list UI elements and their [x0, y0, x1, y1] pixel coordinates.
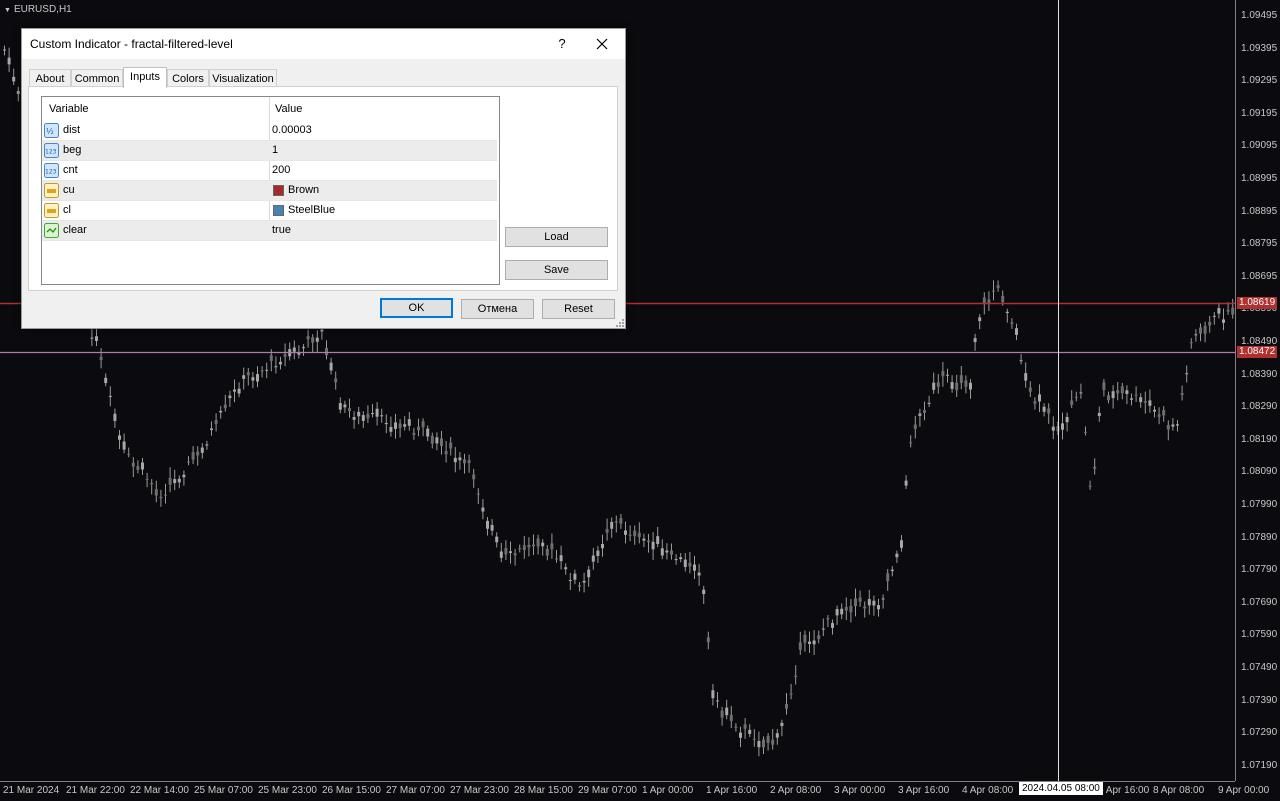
help-button[interactable]: ?	[552, 34, 572, 54]
color-swatch	[273, 205, 284, 216]
crosshair-time-label: 2024.04.05 08:00	[1019, 782, 1103, 795]
input-value[interactable]: 200	[272, 164, 290, 176]
input-name: beg	[63, 144, 82, 156]
price-scale-label: 1.08190	[1241, 433, 1278, 445]
time-scale-label: 1 Apr 00:00	[642, 785, 694, 796]
time-scale-label: 25 Mar 23:00	[258, 785, 317, 796]
price-scale-label: 1.09195	[1241, 107, 1278, 119]
cancel-button[interactable]: Отмена	[461, 299, 534, 319]
price-scale-label: 1.08695	[1241, 270, 1278, 282]
input-row-dist[interactable]: ½ dist 0.00003	[42, 121, 497, 141]
time-scale-label: 25 Mar 07:00	[194, 785, 253, 796]
input-value[interactable]: 1	[272, 144, 278, 156]
double-icon: ½	[44, 123, 59, 138]
color-icon	[44, 203, 59, 218]
time-scale-label: 2 Apr 08:00	[770, 785, 822, 796]
price-scale-label: 1.08995	[1241, 173, 1278, 184]
price-scale-label: 1.07890	[1241, 531, 1278, 543]
price-scale-label: 1.07390	[1241, 694, 1278, 706]
tab-visualization[interactable]: Visualization	[209, 69, 277, 87]
input-value[interactable]: 0.00003	[272, 124, 312, 136]
svg-text:½: ½	[46, 127, 54, 136]
price-scale-label: 1.07790	[1241, 564, 1278, 576]
input-name: clear	[63, 224, 87, 236]
time-scale-label: 4 Apr 08:00	[962, 785, 1014, 796]
svg-text:123: 123	[45, 169, 57, 176]
upper-level-price-badge: 1.08619	[1237, 297, 1278, 309]
save-button[interactable]: Save	[505, 260, 608, 280]
time-scale-label: 21 Mar 2024	[3, 785, 60, 796]
inputs-panel: Variable Value ½ dist 0.00003 123 beg 1 …	[28, 86, 618, 291]
price-scale-label: 1.08895	[1241, 205, 1278, 217]
price-scale-label: 1.09495	[1241, 10, 1278, 21]
tab-about[interactable]: About	[29, 69, 71, 87]
inputs-grid[interactable]: Variable Value ½ dist 0.00003 123 beg 1 …	[41, 96, 500, 285]
custom-indicator-dialog: Custom Indicator - fractal-filtered-leve…	[21, 28, 626, 329]
input-name: cl	[63, 204, 71, 216]
tab-common[interactable]: Common	[71, 69, 123, 87]
time-scale-label: 27 Mar 07:00	[386, 785, 445, 796]
input-row-clear[interactable]: clear true	[42, 221, 497, 241]
input-row-cu[interactable]: cu Brown	[42, 181, 497, 201]
ok-button[interactable]: OK	[380, 298, 453, 318]
price-scale-label: 1.07190	[1241, 759, 1278, 771]
time-scale-label: 28 Mar 15:00	[514, 785, 573, 796]
time-scale-label: 26 Mar 15:00	[322, 785, 381, 796]
input-value[interactable]: SteelBlue	[288, 204, 335, 216]
dialog-titlebar[interactable]: Custom Indicator - fractal-filtered-leve…	[22, 29, 625, 59]
time-scale-label: 27 Mar 23:00	[450, 785, 509, 796]
symbol-label: ▼ EURUSD,H1	[4, 4, 72, 15]
time-scale-label: 9 Apr 00:00	[1218, 785, 1270, 796]
price-scale-label: 1.08090	[1241, 466, 1278, 478]
price-scale-label: 1.07290	[1241, 727, 1278, 739]
price-scale-label: 1.08795	[1241, 238, 1278, 250]
price-scale-label: 1.08390	[1241, 368, 1278, 380]
price-scale-label: 1.09095	[1241, 140, 1278, 152]
time-scale-label: 5 Apr 16:00	[1098, 785, 1150, 796]
input-name: cu	[63, 184, 75, 196]
svg-text:123: 123	[45, 149, 57, 156]
time-scale-label: 1 Apr 16:00	[706, 785, 758, 796]
column-header-variable[interactable]: Variable	[49, 97, 89, 121]
input-row-cnt[interactable]: 123 cnt 200	[42, 161, 497, 181]
chart-menu-icon[interactable]: ▼	[4, 7, 11, 14]
tab-inputs[interactable]: Inputs	[123, 67, 167, 88]
input-name: cnt	[63, 164, 78, 176]
load-button[interactable]: Load	[505, 227, 608, 247]
time-scale-label: 21 Mar 22:00	[66, 785, 125, 796]
integer-icon: 123	[44, 163, 59, 178]
input-value[interactable]: true	[272, 224, 291, 236]
column-header-value[interactable]: Value	[275, 97, 302, 121]
price-scale-label: 1.07590	[1241, 629, 1278, 641]
dialog-title: Custom Indicator - fractal-filtered-leve…	[30, 37, 233, 51]
price-scale[interactable]: 1.09495 1.09395 1.09295 1.09195 1.09095 1.089…	[1235, 0, 1280, 781]
input-value[interactable]: Brown	[288, 184, 319, 196]
color-icon	[44, 183, 59, 198]
price-scale-label: 1.07490	[1241, 662, 1278, 673]
time-scale-label: 3 Apr 16:00	[898, 785, 950, 796]
price-scale-label: 1.07690	[1241, 596, 1278, 608]
time-scale-label: 8 Apr 08:00	[1153, 785, 1205, 796]
input-row-cl[interactable]: cl SteelBlue	[42, 201, 497, 221]
price-scale-label: 1.09395	[1241, 42, 1278, 54]
price-scale-label: 1.07990	[1241, 499, 1278, 510]
resize-grip-icon[interactable]	[616, 319, 624, 327]
price-scale-label: 1.08290	[1241, 401, 1278, 413]
price-scale-label: 1.09295	[1241, 75, 1278, 87]
time-scale-label: 29 Mar 07:00	[578, 785, 637, 796]
integer-icon: 123	[44, 143, 59, 158]
lower-level-price-badge: 1.08472	[1237, 346, 1278, 358]
input-row-beg[interactable]: 123 beg 1	[42, 141, 497, 161]
time-scale-label: 3 Apr 00:00	[834, 785, 886, 796]
input-name: dist	[63, 124, 81, 136]
time-scale-label: 22 Mar 14:00	[130, 785, 189, 796]
close-icon	[596, 38, 608, 50]
tab-colors[interactable]: Colors	[167, 69, 209, 87]
bool-icon	[44, 223, 59, 238]
reset-button[interactable]: Reset	[542, 299, 615, 319]
color-swatch	[273, 185, 284, 196]
close-button[interactable]	[588, 32, 616, 56]
